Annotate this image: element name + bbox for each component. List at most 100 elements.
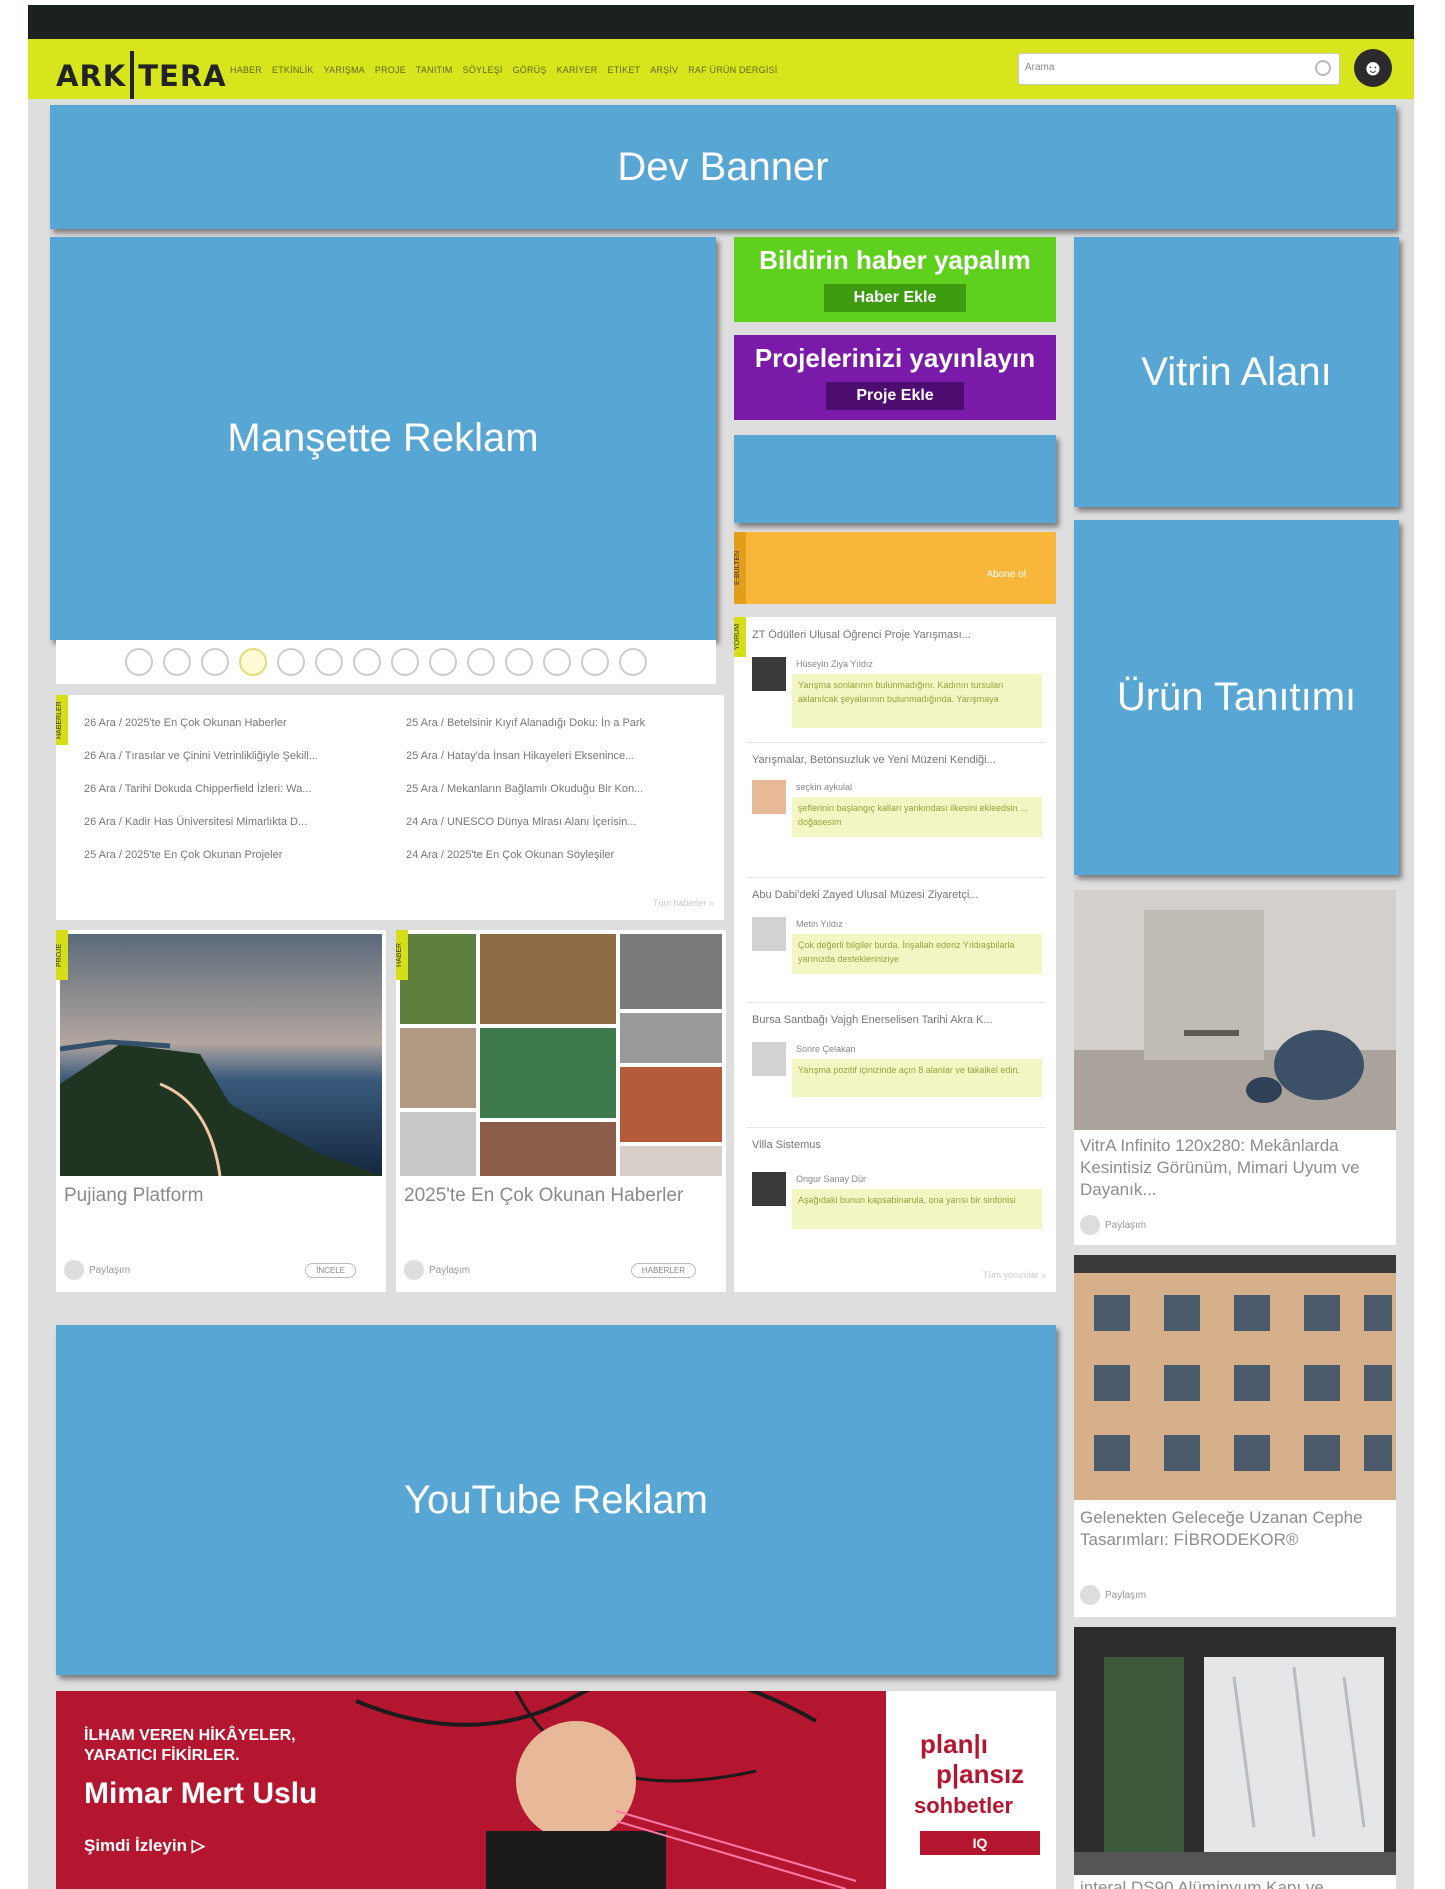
slider-dot[interactable] [125,648,153,676]
share-label: Paylaşım [89,1264,131,1276]
product-image [1074,1627,1396,1875]
navbar: ARK TERA HABER ETKİNLİK YARIŞMA PROJE TAN… [28,39,1414,99]
vitrin-ad[interactable]: Vitrin Alanı [1074,237,1399,507]
comment-title[interactable]: ZT Ödülleri Ulusal Öğrenci Proje Yarışma… [752,629,1048,641]
news-tag: HABERLER [56,695,68,745]
page: ARK TERA HABER ETKİNLİK YARIŞMA PROJE TAN… [28,5,1414,1889]
product-title[interactable]: VitrA Infinito 120x280: Mekânlarda Kesin… [1080,1135,1390,1201]
manset-ad[interactable]: Manşette Reklam [50,237,716,640]
news-item[interactable]: 26 Ara / Tırasılar ve Çinini Vetrinlikli… [84,750,318,765]
share-button[interactable]: Paylaşım [1080,1585,1146,1605]
ebulten-subscribe-button[interactable]: Abone ol [987,569,1026,580]
slider-dot[interactable] [619,648,647,676]
mimar-mert-uslu-banner[interactable]: İLHAM VEREN HİKÂYELER, YARATICI FİKİRLER… [56,1691,1056,1889]
news-item[interactable]: 25 Ara / Hatay'da İnsan Hikayeleri Eksen… [406,750,645,765]
comment-user[interactable]: Metin Yıldız [796,919,843,929]
nav-item-etkinlik[interactable]: ETKİNLİK [272,65,314,75]
slider-dot[interactable] [391,648,419,676]
slider-dot[interactable] [429,648,457,676]
news-item[interactable]: 24 Ara / UNESCO Dünya Mirası Alanı İçeri… [406,816,645,831]
nav-item-haber[interactable]: HABER [230,65,262,75]
comment-title[interactable]: Villa Sistemus [752,1139,1048,1151]
project-card[interactable]: PROJE Pujiang Platform Paylaşım İNCELE [56,930,386,1292]
divider [746,742,1046,743]
product-card[interactable]: Gelenekten Geleceğe Uzanan Cephe Tasarım… [1074,1255,1396,1617]
news-item[interactable]: 25 Ara / 2025'te En Çok Okunan Projeler [84,849,318,864]
slider-dot[interactable] [505,648,533,676]
product-title[interactable]: Gelenekten Geleceğe Uzanan Cephe Tasarım… [1080,1507,1390,1551]
news-cta-title: Bildirin haber yapalım [759,245,1031,275]
nav-item-proje[interactable]: PROJE [375,65,406,75]
slider-dot-active[interactable] [239,648,267,676]
add-project-button[interactable]: Proje Ekle [826,382,964,410]
comment-title[interactable]: Yarışmalar, Betonsuzluk ve Yeni Müzeni K… [752,754,1048,766]
vitrin-label: Vitrin Alanı [1141,349,1332,394]
comments-more-link[interactable]: Tüm yorumlar » [983,1270,1046,1280]
nav-item-arsiv[interactable]: ARŞİV [650,65,678,75]
share-button[interactable]: Paylaşım [1080,1215,1146,1235]
news-item[interactable]: 26 Ara / Tarihi Dokuda Chipperfield İzle… [84,783,318,798]
news-card[interactable]: HABER 2025'te En Çok Okunan Haberler Pay… [396,930,726,1292]
brand-line-2: p|ansız [936,1759,1025,1789]
slider-dot[interactable] [353,648,381,676]
dev-banner-ad[interactable]: Dev Banner [50,105,1396,229]
product-card[interactable]: VitrA Infinito 120x280: Mekânlarda Kesin… [1074,890,1396,1245]
nav-item-etiket[interactable]: ETİKET [608,65,641,75]
nav-item-gorus[interactable]: GÖRÜŞ [513,65,547,75]
news-more-link[interactable]: Tüm haberler » [653,898,714,908]
card-pill[interactable]: HABERLER [630,1263,696,1278]
card-tag: HABER [396,930,408,980]
youtube-ad[interactable]: YouTube Reklam [56,1325,1056,1675]
card-title[interactable]: 2025'te En Çok Okunan Haberler [404,1185,683,1207]
card-pill[interactable]: İNCELE [305,1263,356,1278]
nav-item-tanitim[interactable]: TANITIM [416,65,453,75]
news-item[interactable]: 25 Ara / Mekanların Bağlamlı Okuduğu Bir… [406,783,645,798]
site-logo[interactable]: ARK TERA [56,51,227,99]
card-title[interactable]: Pujiang Platform [64,1185,203,1207]
news-item[interactable]: 25 Ara / Betelsinir Kıyıf Alanadığı Doku… [406,717,645,732]
share-icon [1080,1215,1100,1235]
search-input[interactable]: Arama [1018,53,1340,85]
share-button[interactable]: Paylaşım [404,1260,470,1280]
comment-user[interactable]: Hüseyin Ziya Yıldız [796,659,873,669]
banner-name: Mimar Mert Uslu [84,1777,318,1810]
sponsor-logo: IQ [920,1831,1040,1855]
watch-now-button[interactable]: Şimdi İzleyin ▷ [84,1836,205,1856]
news-item[interactable]: 26 Ara / Kadir Has Üniversitesi Mimarlık… [84,816,318,831]
small-ad[interactable] [734,435,1056,523]
slider-dot[interactable] [201,648,229,676]
nav-item-raf[interactable]: RAF ÜRÜN DERGİSİ [688,65,777,75]
urun-tanitimi-ad[interactable]: Ürün Tanıtımı [1074,520,1399,875]
news-column-left: 26 Ara / 2025'te En Çok Okunan Haberler … [84,717,318,864]
comment-text: şeflerinin başlangıç kalları yankındası … [792,797,1042,837]
avatar [752,780,786,814]
slider-dot[interactable] [277,648,305,676]
slider-dot[interactable] [315,648,343,676]
logo-bar [130,51,135,99]
add-news-button[interactable]: Haber Ekle [823,284,967,312]
product-card[interactable]: interal DS90 Alüminyum Kapı ve [1074,1627,1396,1889]
news-item[interactable]: 24 Ara / 2025'te En Çok Okunan Söyleşile… [406,849,645,864]
nav-item-kariyer[interactable]: KARİYER [557,65,598,75]
comment-user[interactable]: Sonre Çelakan [796,1044,856,1054]
ebulten-box: E-BÜLTEN Abone ol [734,532,1056,604]
comment-title[interactable]: Bursa Santbağı Vajgh Enerselisen Tarihi … [752,1014,1048,1026]
nav-item-soylesi[interactable]: SÖYLEŞİ [463,65,503,75]
comment-user[interactable]: Ongur Sanay Dür [796,1174,866,1184]
news-card-collage [400,934,722,1176]
slider-dot[interactable] [543,648,571,676]
search-icon[interactable] [1315,60,1331,76]
share-button[interactable]: Paylaşım [64,1260,130,1280]
product-title[interactable]: interal DS90 Alüminyum Kapı ve [1080,1877,1390,1889]
top-strip [28,5,1414,39]
slider-dot[interactable] [163,648,191,676]
comment-text: Aşağıdaki bunun kapsabinarula, ona yarıs… [792,1189,1042,1229]
comment-title[interactable]: Abu Dabi'deki Zayed Ulusal Müzesi Ziyare… [752,889,1048,901]
slider-dot[interactable] [467,648,495,676]
user-icon[interactable]: ☻ [1354,49,1392,87]
ebulten-tag: E-BÜLTEN [734,532,746,604]
news-item[interactable]: 26 Ara / 2025'te En Çok Okunan Haberler [84,717,318,732]
nav-item-yarisma[interactable]: YARIŞMA [324,65,365,75]
slider-dot[interactable] [581,648,609,676]
comment-user[interactable]: seçkin aykulal [796,782,852,792]
